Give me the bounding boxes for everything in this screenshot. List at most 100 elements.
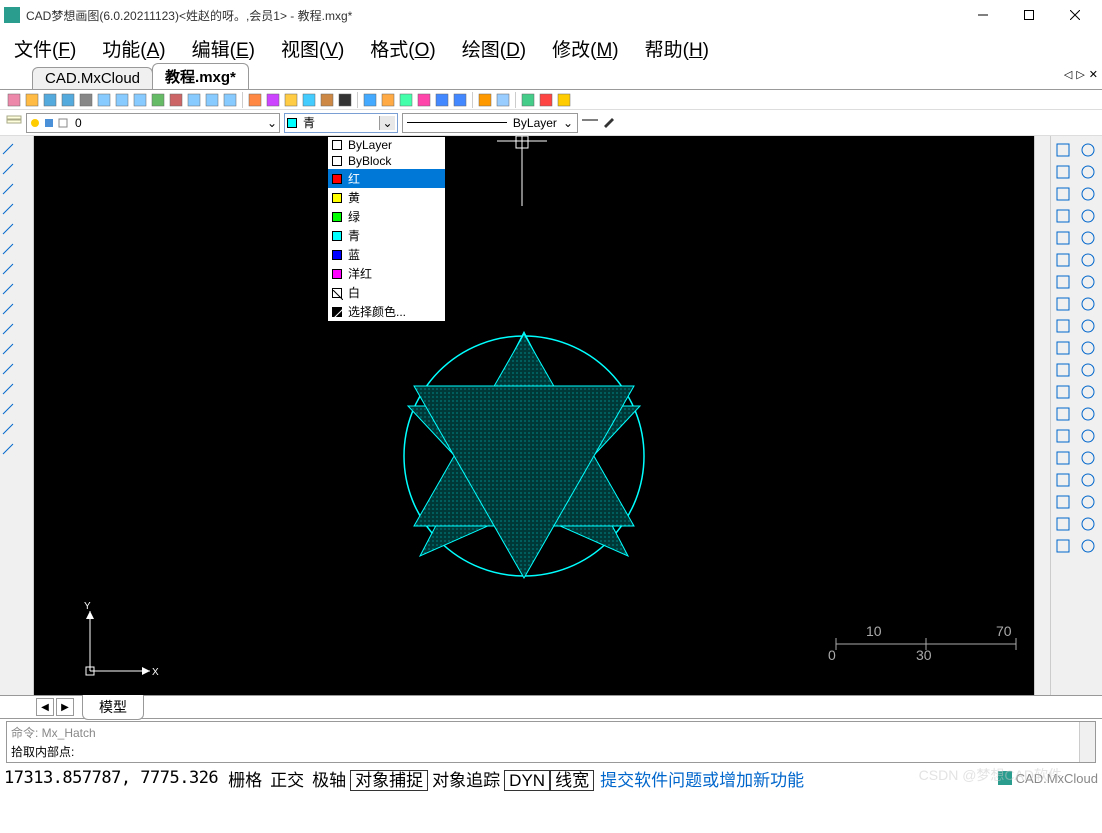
zoom-in-icon[interactable] (114, 92, 130, 108)
zoom-window-icon[interactable] (186, 92, 202, 108)
mtext-icon[interactable] (1, 442, 15, 456)
sparkle-icon[interactable] (1055, 362, 1073, 380)
color-option[interactable]: 红 (328, 169, 445, 188)
layer-icon[interactable] (301, 92, 317, 108)
xref-icon[interactable] (416, 92, 432, 108)
save-as-icon[interactable] (60, 92, 76, 108)
grid3-icon[interactable] (1080, 252, 1098, 270)
close-button[interactable] (1052, 0, 1098, 30)
arc-icon[interactable] (1, 242, 15, 256)
color-option[interactable]: 蓝 (328, 245, 445, 264)
status-toggle[interactable]: 栅格 (224, 771, 266, 790)
linetype-icon[interactable] (319, 92, 335, 108)
arc-edit-icon[interactable] (1055, 318, 1073, 336)
status-toggle[interactable]: 极轴 (308, 771, 350, 790)
status-toggle[interactable]: 正交 (266, 771, 308, 790)
offset-icon[interactable] (1055, 406, 1073, 424)
flag-icon[interactable] (1055, 538, 1073, 556)
color-option[interactable]: 洋红 (328, 264, 445, 283)
dim-angle-icon[interactable] (1080, 450, 1098, 468)
menu-m[interactable]: 修改(M) (548, 33, 622, 64)
measure-h-icon[interactable] (1055, 428, 1073, 446)
block-icon[interactable] (1, 362, 15, 376)
add-icon[interactable] (1080, 186, 1098, 204)
dim-radius-icon[interactable] (1080, 472, 1098, 490)
zoom-prev-icon[interactable] (222, 92, 238, 108)
scale-icon[interactable] (1055, 472, 1073, 490)
line-icon[interactable] (1, 142, 15, 156)
status-toggle[interactable]: 对象追踪 (428, 771, 504, 790)
wblock-icon[interactable] (398, 92, 414, 108)
color-icon[interactable] (283, 92, 299, 108)
layout-prev-button[interactable]: ◀ (36, 698, 54, 716)
ellipse-arc-icon[interactable] (1, 322, 15, 336)
rectangle-icon[interactable] (1, 222, 15, 236)
paste-layer-icon[interactable] (1055, 164, 1073, 182)
isolate-icon[interactable] (1055, 186, 1073, 204)
menu-a[interactable]: 功能(A) (98, 33, 169, 64)
color-option[interactable]: ByBlock (328, 153, 445, 169)
menu-e[interactable]: 编辑(E) (188, 33, 259, 64)
block-icon[interactable] (362, 92, 378, 108)
export-pdf-icon[interactable] (538, 92, 554, 108)
layer-dropdown[interactable]: 0 ⌄ (26, 113, 280, 133)
tab-close-icon[interactable]: ✕ (1089, 68, 1098, 81)
dim-horiz-icon[interactable] (1080, 428, 1098, 446)
spline-icon[interactable] (1, 282, 15, 296)
polygon-icon[interactable] (1, 202, 15, 216)
color-option[interactable]: 青 (328, 226, 445, 245)
model-tab[interactable]: 模型 (82, 695, 144, 720)
menu-d[interactable]: 绘图(D) (458, 33, 530, 64)
copy-layer-icon[interactable] (1055, 142, 1073, 160)
save-icon[interactable] (42, 92, 58, 108)
trim-icon[interactable] (1055, 494, 1073, 512)
table-icon[interactable] (1, 422, 15, 436)
brush-icon[interactable] (337, 92, 353, 108)
brush-icon[interactable] (602, 112, 618, 133)
mirror-h-icon[interactable] (1055, 252, 1073, 270)
leader-icon[interactable] (1080, 516, 1098, 534)
color-option[interactable]: 黄 (328, 188, 445, 207)
vertical-scrollbar[interactable] (1034, 136, 1050, 695)
spline-edit-icon[interactable] (1055, 296, 1073, 314)
tab-prev-icon[interactable]: ◁ (1064, 68, 1072, 81)
tab-next-icon[interactable]: ▷ (1076, 68, 1084, 81)
rotate-icon[interactable] (1055, 450, 1073, 468)
status-toggle[interactable]: 对象捕捉 (350, 770, 428, 791)
cmd-scrollbar[interactable] (1079, 722, 1095, 762)
status-toggle[interactable]: 线宽 (550, 770, 594, 791)
new-file-icon[interactable] (6, 92, 22, 108)
fillet-icon[interactable] (1055, 274, 1073, 292)
xline-icon[interactable] (1, 162, 15, 176)
move-cross-icon[interactable] (1080, 164, 1098, 182)
tolerance-icon[interactable] (1080, 538, 1098, 556)
break-box-icon[interactable] (1055, 384, 1073, 402)
image-icon[interactable] (556, 92, 572, 108)
break-icon[interactable] (1080, 384, 1098, 402)
curve2-icon[interactable] (1080, 318, 1098, 336)
properties-icon[interactable] (477, 92, 493, 108)
menu-o[interactable]: 格式(O) (366, 33, 439, 64)
dim-diameter-icon[interactable] (1080, 494, 1098, 512)
help-icon[interactable] (495, 92, 511, 108)
palette-icon[interactable] (1080, 362, 1098, 380)
color-option[interactable]: ByLayer (328, 137, 445, 153)
mirror-skew-icon[interactable] (1080, 274, 1098, 292)
color-option[interactable]: 绿 (328, 207, 445, 226)
select-icon[interactable] (1055, 208, 1073, 226)
measure-icon[interactable] (520, 92, 536, 108)
color-dropdown[interactable]: 青 ⌄ (284, 113, 398, 133)
point-icon[interactable] (1, 342, 15, 356)
curve-icon[interactable] (1080, 296, 1098, 314)
dim-slash-icon[interactable] (1080, 340, 1098, 358)
command-line[interactable]: 命令: Mx_Hatch 拾取内部点: (6, 721, 1096, 763)
linetype-icon[interactable] (582, 112, 598, 133)
brush-icon[interactable] (1080, 142, 1098, 160)
dim-arrow-icon[interactable] (1080, 406, 1098, 424)
menu-v[interactable]: 视图(V) (277, 33, 348, 64)
refresh-icon[interactable] (1080, 208, 1098, 226)
maximize-button[interactable] (1006, 0, 1052, 30)
doc-tab[interactable]: 教程.mxg* (152, 63, 249, 89)
match-prop-icon[interactable] (247, 92, 263, 108)
print-icon[interactable] (78, 92, 94, 108)
